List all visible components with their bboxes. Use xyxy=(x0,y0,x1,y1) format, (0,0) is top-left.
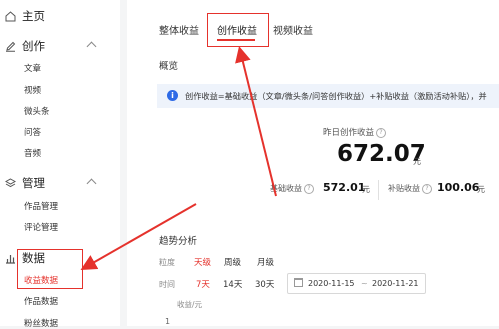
date-range-picker[interactable]: 2020-11-15 ~ 2020-11-21 xyxy=(287,273,426,294)
help-icon[interactable]: ? xyxy=(422,183,432,194)
chart-y-axis-label: 收益/元 xyxy=(177,300,203,309)
granularity-day[interactable]: 天级 xyxy=(194,256,211,268)
sidebar-item-fans-data[interactable]: 粉丝数据 xyxy=(24,317,58,329)
chevron-up-icon[interactable] xyxy=(86,41,97,52)
base-earnings-value: 572.01 xyxy=(323,181,366,194)
tab-overall-earnings[interactable]: 整体收益 xyxy=(159,22,199,37)
time-label: 时间 xyxy=(159,280,175,289)
subsidy-earnings-value: 100.06 xyxy=(437,181,480,194)
edit-icon xyxy=(5,41,16,52)
sidebar-item-article[interactable]: 文章 xyxy=(24,62,41,74)
sidebar-home[interactable]: 主页 xyxy=(5,8,45,24)
chart-y-tick: 1 xyxy=(165,317,171,326)
granularity-week[interactable]: 周级 xyxy=(224,256,241,268)
time-14-days[interactable]: 14天 xyxy=(223,278,242,290)
layers-icon xyxy=(4,177,17,189)
sidebar-item-audio[interactable]: 音频 xyxy=(24,147,41,159)
calendar-icon xyxy=(294,278,303,287)
base-earnings-label: 基础收益? xyxy=(270,183,316,194)
base-earnings-unit: 元 xyxy=(362,185,370,194)
sidebar-group-manage[interactable]: 管理 xyxy=(4,175,45,191)
highlight-box-tab xyxy=(207,13,269,47)
sidebar-item-micro[interactable]: 微头条 xyxy=(24,105,50,117)
sidebar-home-label: 主页 xyxy=(22,9,45,23)
tab-video-earnings[interactable]: 视频收益 xyxy=(273,22,313,37)
help-icon[interactable]: ? xyxy=(376,127,387,138)
overview-title: 概览 xyxy=(159,61,179,72)
bar-chart-icon xyxy=(5,253,16,264)
sidebar-item-works-data[interactable]: 作品数据 xyxy=(24,295,58,307)
yesterday-unit: 元 xyxy=(413,157,421,166)
home-icon xyxy=(5,10,16,22)
sidebar-group-create[interactable]: 创作 xyxy=(5,38,45,54)
sidebar-group-create-label: 创作 xyxy=(22,39,45,53)
sidebar-item-qa[interactable]: 问答 xyxy=(24,126,41,138)
sidebar-group-manage-label: 管理 xyxy=(22,176,45,190)
main-panel: 整体收益 创作收益 视频收益 概览 i 创作收益=基础收益（文章/微头条/问答创… xyxy=(127,0,499,326)
sidebar-item-works-manage[interactable]: 作品管理 xyxy=(24,200,58,212)
sidebar: 主页 创作 文章 视频 微头条 问答 音频 管理 作品管理 评论管理 数据 收益… xyxy=(0,0,120,329)
date-separator: ~ xyxy=(361,279,368,288)
info-icon: i xyxy=(167,90,178,101)
date-end: 2020-11-21 xyxy=(372,279,419,288)
yesterday-label: 昨日创作收益? xyxy=(323,126,388,138)
sidebar-item-video[interactable]: 视频 xyxy=(24,84,41,96)
notice-text: 创作收益=基础收益（文章/微头条/问答创作收益）+补贴收益（激励活动补贴），并 xyxy=(185,91,487,101)
stat-divider xyxy=(378,180,379,200)
time-7-days[interactable]: 7天 xyxy=(196,278,210,290)
time-30-days[interactable]: 30天 xyxy=(255,278,274,290)
subsidy-earnings-unit: 元 xyxy=(477,185,485,194)
trend-title: 趋势分析 xyxy=(159,236,198,247)
notice-bar: i 创作收益=基础收益（文章/微头条/问答创作收益）+补贴收益（激励活动补贴），… xyxy=(157,84,499,108)
granularity-month[interactable]: 月级 xyxy=(257,256,274,268)
date-start: 2020-11-15 xyxy=(308,279,355,288)
highlight-box-data xyxy=(17,249,83,289)
granularity-label: 粒度 xyxy=(159,258,175,267)
subsidy-earnings-label: 补贴收益? xyxy=(388,183,434,194)
chevron-up-icon[interactable] xyxy=(86,178,97,189)
help-icon[interactable]: ? xyxy=(304,183,314,194)
sidebar-item-comments-manage[interactable]: 评论管理 xyxy=(24,221,58,233)
